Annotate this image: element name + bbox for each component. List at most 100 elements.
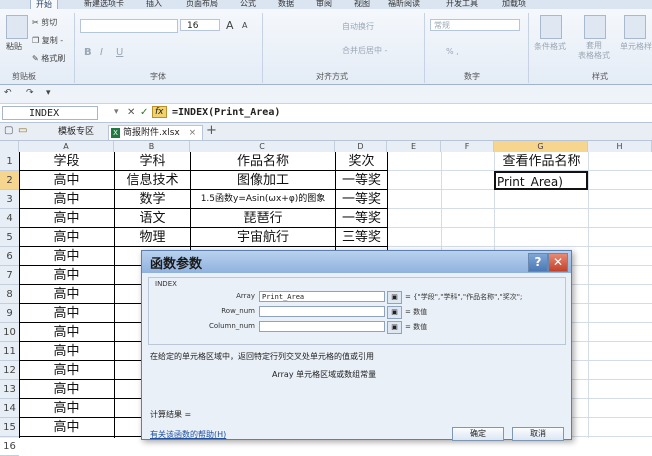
cell-style-icon[interactable] bbox=[624, 15, 646, 39]
cell-d2[interactable]: 一等奖 bbox=[336, 171, 387, 190]
row-header-2[interactable]: 2 bbox=[0, 171, 19, 190]
tab-foxit[interactable]: 福昕阅读 bbox=[388, 0, 420, 9]
paste-icon[interactable] bbox=[6, 15, 28, 39]
column-header-d[interactable]: D bbox=[335, 141, 387, 152]
collapse-dialog-icon[interactable]: ▣ bbox=[387, 321, 402, 334]
arg-input-row-num[interactable] bbox=[259, 306, 385, 317]
cell-a11[interactable]: 高中 bbox=[19, 342, 114, 361]
column-header-e[interactable]: E bbox=[387, 141, 441, 152]
cell-g2-active[interactable]: Print_Area) bbox=[494, 171, 588, 190]
cell-style-button[interactable]: 单元格样 bbox=[620, 41, 652, 52]
conditional-format-button[interactable]: 条件格式 bbox=[534, 41, 566, 52]
cell-b1[interactable]: 学科 bbox=[115, 152, 190, 171]
column-header-a[interactable]: A bbox=[19, 141, 114, 152]
format-painter-button[interactable]: ✎ 格式刷 bbox=[32, 53, 65, 64]
tab-view[interactable]: 视图 bbox=[354, 0, 370, 9]
cell-a10[interactable]: 高中 bbox=[19, 323, 114, 342]
cell-a6[interactable]: 高中 bbox=[19, 247, 114, 266]
cell-b4[interactable]: 语文 bbox=[115, 209, 190, 228]
insert-function-icon[interactable]: fx bbox=[152, 106, 167, 118]
column-header-b[interactable]: B bbox=[114, 141, 190, 152]
row-header-14[interactable]: 14 bbox=[0, 399, 19, 418]
collapse-dialog-icon[interactable]: ▣ bbox=[387, 291, 402, 304]
row-header-11[interactable]: 11 bbox=[0, 342, 19, 361]
cell-b5[interactable]: 物理 bbox=[115, 228, 190, 247]
row-header-10[interactable]: 10 bbox=[0, 323, 19, 342]
row-header-7[interactable]: 7 bbox=[0, 266, 19, 285]
tab-developer[interactable]: 开发工具 bbox=[446, 0, 478, 9]
copy-button[interactable]: ❐ 复制 - bbox=[32, 35, 63, 46]
ok-button[interactable]: 确定 bbox=[452, 427, 504, 441]
shrink-font-button[interactable]: A bbox=[242, 21, 247, 30]
italic-button[interactable]: I bbox=[100, 47, 103, 58]
cell-a5[interactable]: 高中 bbox=[19, 228, 114, 247]
cell-a12[interactable]: 高中 bbox=[19, 361, 114, 380]
cell-g1[interactable]: 查看作品名称 bbox=[495, 152, 588, 171]
column-header-f[interactable]: F bbox=[441, 141, 494, 152]
doc-tab-templates[interactable]: 模板专区 bbox=[44, 125, 100, 139]
column-header-c[interactable]: C bbox=[190, 141, 335, 152]
tab-review[interactable]: 审阅 bbox=[316, 0, 332, 9]
redo-icon[interactable]: ↷ bbox=[26, 88, 34, 98]
tab-new[interactable]: 新建选项卡 bbox=[84, 0, 124, 9]
close-button[interactable]: ✕ bbox=[548, 253, 568, 272]
select-all-corner[interactable] bbox=[0, 141, 19, 152]
cut-button[interactable]: ✂ 剪切 bbox=[32, 17, 57, 28]
undo-icon[interactable]: ↶ bbox=[4, 88, 12, 98]
cell-b2[interactable]: 信息技术 bbox=[115, 171, 190, 190]
close-tab-icon[interactable]: × bbox=[189, 128, 197, 138]
cell-c5[interactable]: 宇宙航行 bbox=[191, 228, 335, 247]
cell-a14[interactable]: 高中 bbox=[19, 399, 114, 418]
arg-input-column-num[interactable] bbox=[259, 321, 385, 332]
cell-d3[interactable]: 一等奖 bbox=[336, 190, 387, 209]
merge-center-button[interactable]: 合并后居中 - bbox=[342, 45, 387, 56]
table-format-icon[interactable] bbox=[584, 15, 606, 39]
row-header-12[interactable]: 12 bbox=[0, 361, 19, 380]
cell-c3[interactable]: 1.5函数y=Asin(ωx+φ)的图象 bbox=[191, 190, 335, 209]
arg-input-array[interactable]: Print_Area bbox=[259, 291, 385, 302]
collapse-dialog-icon[interactable]: ▣ bbox=[387, 306, 402, 319]
row-header-6[interactable]: 6 bbox=[0, 247, 19, 266]
help-button[interactable]: ? bbox=[528, 253, 548, 272]
tab-page-layout[interactable]: 页面布局 bbox=[186, 0, 218, 9]
cell-a15[interactable]: 高中 bbox=[19, 418, 114, 437]
new-doc-icon[interactable]: ▢ bbox=[4, 125, 13, 136]
cell-a8[interactable]: 高中 bbox=[19, 285, 114, 304]
cell-a1[interactable]: 学段 bbox=[19, 152, 114, 171]
bold-button[interactable]: B bbox=[84, 47, 92, 58]
font-name-select[interactable] bbox=[80, 19, 178, 33]
wrap-text-button[interactable]: 自动换行 bbox=[342, 21, 374, 32]
tab-formulas[interactable]: 公式 bbox=[240, 0, 256, 9]
cell-c1[interactable]: 作品名称 bbox=[191, 152, 335, 171]
cancel-button[interactable]: 取消 bbox=[512, 427, 564, 441]
tab-addins[interactable]: 加载项 bbox=[502, 0, 526, 9]
customize-qat-icon[interactable]: ▾ bbox=[46, 88, 51, 98]
tab-insert[interactable]: 插入 bbox=[146, 0, 162, 9]
cell-d1[interactable]: 奖次 bbox=[336, 152, 387, 171]
help-link[interactable]: 有关该函数的帮助(H) bbox=[150, 429, 226, 440]
enter-formula-icon[interactable]: ✓ bbox=[140, 107, 148, 118]
cell-c2[interactable]: 图像加工 bbox=[191, 171, 335, 190]
doc-tab-workbook[interactable]: X 简报附件.xlsx × bbox=[108, 125, 204, 140]
cell-a3[interactable]: 高中 bbox=[19, 190, 114, 209]
row-header-4[interactable]: 4 bbox=[0, 209, 19, 228]
dropdown-icon[interactable]: ▾ bbox=[114, 107, 119, 117]
column-header-h[interactable]: H bbox=[588, 141, 652, 152]
row-header-15[interactable]: 15 bbox=[0, 418, 19, 437]
percent-button[interactable]: % , bbox=[446, 47, 459, 56]
font-size-select[interactable]: 16 bbox=[180, 19, 220, 31]
cancel-formula-icon[interactable]: ✕ bbox=[127, 107, 135, 118]
row-header-16[interactable]: 16 bbox=[0, 437, 19, 456]
name-box[interactable]: INDEX bbox=[2, 106, 98, 120]
cell-d5[interactable]: 三等奖 bbox=[336, 228, 387, 247]
cell-a2[interactable]: 高中 bbox=[19, 171, 114, 190]
cell-a7[interactable]: 高中 bbox=[19, 266, 114, 285]
cell-a4[interactable]: 高中 bbox=[19, 209, 114, 228]
add-tab-icon[interactable]: + bbox=[206, 123, 217, 138]
row-header-13[interactable]: 13 bbox=[0, 380, 19, 399]
column-header-g[interactable]: G bbox=[494, 141, 588, 152]
row-header-1[interactable]: 1 bbox=[0, 152, 19, 171]
grow-font-button[interactable]: A bbox=[226, 19, 234, 32]
row-header-3[interactable]: 3 bbox=[0, 190, 19, 209]
conditional-format-icon[interactable] bbox=[540, 15, 562, 39]
